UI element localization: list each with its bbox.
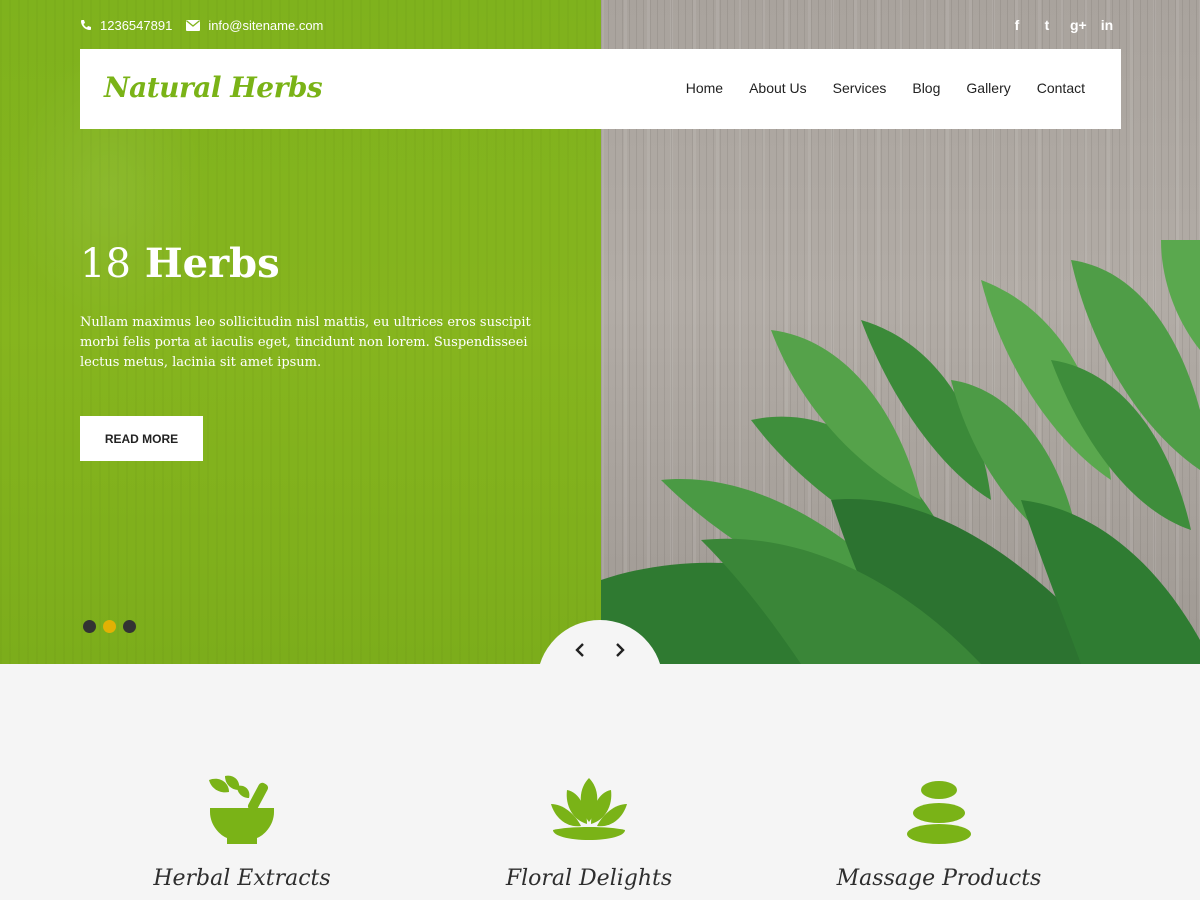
slider-dot-2[interactable] bbox=[103, 620, 116, 633]
feature-title: Herbal Extracts bbox=[153, 866, 331, 891]
social-links: f t g+ in bbox=[1010, 16, 1114, 34]
slide-title-word: Herbs bbox=[144, 240, 280, 287]
slider-dot-3[interactable] bbox=[123, 620, 136, 633]
phone-info: 1236547891 bbox=[80, 18, 172, 33]
twitter-icon[interactable]: t bbox=[1040, 16, 1054, 34]
slide-title: 18 Herbs bbox=[80, 240, 280, 287]
feature-title: Massage Products bbox=[836, 866, 1042, 891]
hero-slider: 1236547891 info@sitename.com f t g+ in N… bbox=[0, 0, 1200, 664]
menu-item-services[interactable]: Services bbox=[833, 80, 887, 96]
slide-description: Nullam maximus leo sollicitudin nisl mat… bbox=[80, 315, 531, 370]
feature-herbal-extracts[interactable]: Herbal Extracts bbox=[92, 774, 392, 891]
features-section: Herbal Extracts Floral Delights Massage … bbox=[0, 664, 1200, 900]
menu-item-contact[interactable]: Contact bbox=[1037, 80, 1085, 96]
google-plus-icon[interactable]: g+ bbox=[1070, 16, 1087, 34]
facebook-icon[interactable]: f bbox=[1010, 16, 1024, 34]
menu-item-blog[interactable]: Blog bbox=[912, 80, 940, 96]
slider-dot-1[interactable] bbox=[83, 620, 96, 633]
main-menu: Home About Us Services Blog Gallery Cont… bbox=[686, 80, 1085, 96]
menu-item-gallery[interactable]: Gallery bbox=[966, 80, 1010, 96]
email-info: info@sitename.com bbox=[186, 18, 323, 33]
spa-stones-icon bbox=[907, 781, 971, 844]
feature-title: Floral Delights bbox=[505, 866, 673, 891]
slider-pagination bbox=[83, 620, 136, 633]
feature-massage-products[interactable]: Massage Products bbox=[789, 774, 1089, 891]
contact-bar: 1236547891 info@sitename.com bbox=[80, 14, 323, 36]
phone-number[interactable]: 1236547891 bbox=[100, 18, 172, 33]
linkedin-icon[interactable]: in bbox=[1100, 16, 1114, 34]
slide-title-number: 18 bbox=[80, 241, 131, 287]
read-more-button[interactable]: READ MORE bbox=[80, 416, 203, 461]
feature-floral-delights[interactable]: Floral Delights bbox=[439, 774, 739, 891]
phone-icon bbox=[81, 20, 91, 30]
chevron-left-icon bbox=[575, 643, 584, 657]
slider-next-button[interactable] bbox=[607, 640, 633, 660]
mortar-pestle-icon bbox=[209, 775, 274, 844]
lotus-icon bbox=[551, 778, 627, 840]
email-address[interactable]: info@sitename.com bbox=[208, 18, 323, 33]
slider-prev-button[interactable] bbox=[567, 640, 593, 660]
header-navbar: Natural Herbs Home About Us Services Blo… bbox=[80, 49, 1121, 129]
chevron-right-icon bbox=[616, 643, 625, 657]
menu-item-home[interactable]: Home bbox=[686, 80, 723, 96]
herb-leaves-image bbox=[601, 240, 1200, 664]
menu-item-about-us[interactable]: About Us bbox=[749, 80, 807, 96]
envelope-icon bbox=[186, 19, 201, 31]
site-logo[interactable]: Natural Herbs bbox=[104, 71, 323, 104]
